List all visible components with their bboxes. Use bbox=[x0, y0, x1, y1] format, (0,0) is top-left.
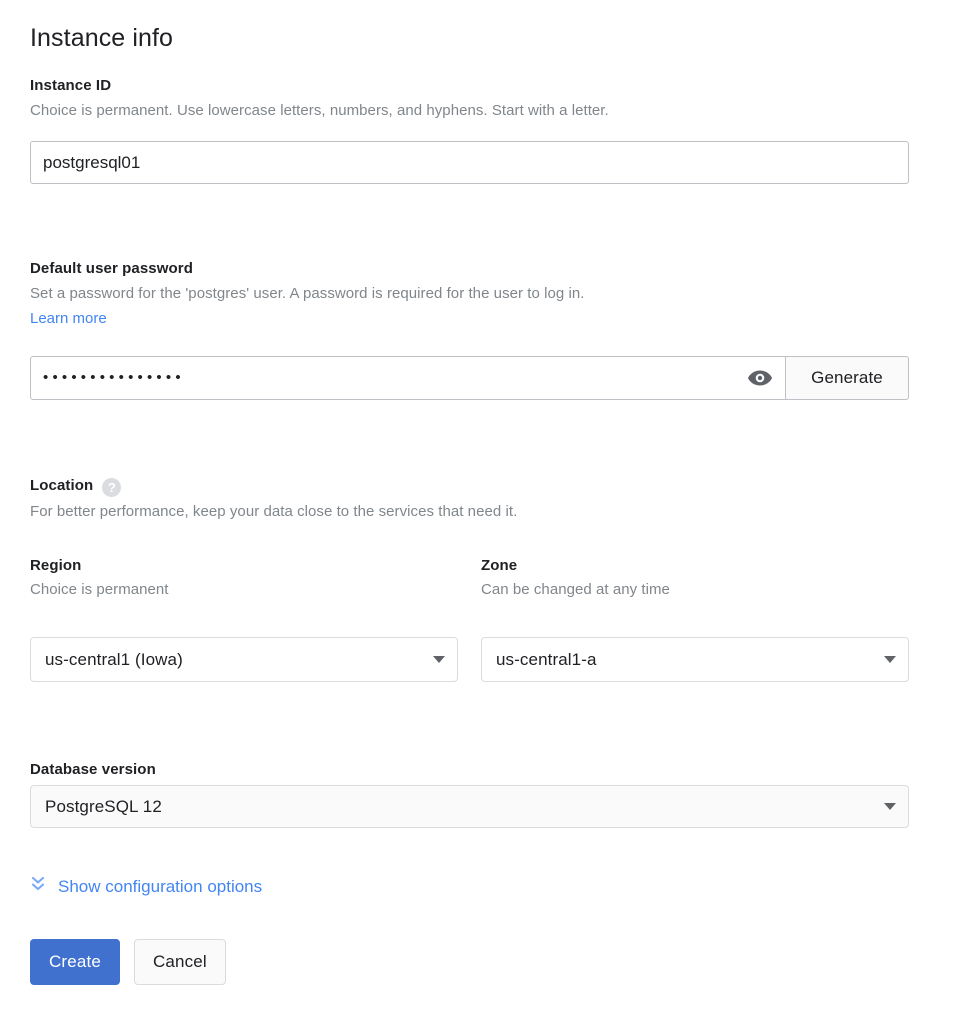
location-label: Location bbox=[30, 476, 93, 496]
page-title: Instance info bbox=[30, 22, 173, 54]
database-version-select[interactable]: PostgreSQL 12 bbox=[30, 785, 909, 828]
zone-section: Zone Can be changed at any time bbox=[481, 556, 670, 601]
instance-id-description: Choice is permanent. Use lowercase lette… bbox=[30, 100, 930, 122]
chevron-down-icon bbox=[884, 803, 896, 810]
chevron-down-icon bbox=[433, 656, 445, 663]
password-input-wrapper[interactable]: ••••••••••••••• bbox=[30, 356, 786, 400]
location-section: Location ? For better performance, keep … bbox=[30, 476, 930, 523]
instance-id-section: Instance ID Choice is permanent. Use low… bbox=[30, 76, 930, 122]
chevron-down-icon bbox=[884, 656, 896, 663]
eye-icon[interactable] bbox=[747, 368, 773, 388]
cancel-button[interactable]: Cancel bbox=[134, 939, 226, 985]
region-select[interactable]: us-central1 (Iowa) bbox=[30, 637, 458, 682]
password-label: Default user password bbox=[30, 259, 930, 279]
password-section: Default user password Set a password for… bbox=[30, 259, 930, 330]
region-label: Region bbox=[30, 556, 169, 576]
zone-description: Can be changed at any time bbox=[481, 579, 670, 601]
password-input[interactable]: ••••••••••••••• bbox=[31, 357, 185, 399]
zone-select[interactable]: us-central1-a bbox=[481, 637, 909, 682]
region-section: Region Choice is permanent bbox=[30, 556, 169, 601]
zone-select-value: us-central1-a bbox=[496, 650, 876, 670]
learn-more-link[interactable]: Learn more bbox=[30, 308, 107, 330]
location-description: For better performance, keep your data c… bbox=[30, 501, 930, 523]
zone-label: Zone bbox=[481, 556, 670, 576]
database-version-section: Database version bbox=[30, 760, 156, 780]
location-heading: Location ? bbox=[30, 476, 930, 496]
password-description: Set a password for the 'postgres' user. … bbox=[30, 283, 930, 305]
form-actions: Create Cancel bbox=[30, 939, 226, 985]
help-circle-icon[interactable]: ? bbox=[102, 478, 121, 497]
generate-password-button[interactable]: Generate bbox=[786, 356, 909, 400]
database-version-label: Database version bbox=[30, 760, 156, 780]
double-chevron-down-icon bbox=[30, 874, 48, 899]
show-configuration-options-toggle[interactable]: Show configuration options bbox=[30, 874, 262, 899]
password-field-row: ••••••••••••••• Generate bbox=[30, 356, 909, 400]
instance-info-form: Instance info Instance ID Choice is perm… bbox=[0, 0, 956, 1014]
database-version-select-value: PostgreSQL 12 bbox=[45, 797, 876, 817]
show-configuration-options-label: Show configuration options bbox=[58, 875, 262, 899]
region-description: Choice is permanent bbox=[30, 579, 169, 601]
region-select-value: us-central1 (Iowa) bbox=[45, 650, 425, 670]
create-button[interactable]: Create bbox=[30, 939, 120, 985]
instance-id-label: Instance ID bbox=[30, 76, 930, 96]
instance-id-input[interactable] bbox=[30, 141, 909, 184]
